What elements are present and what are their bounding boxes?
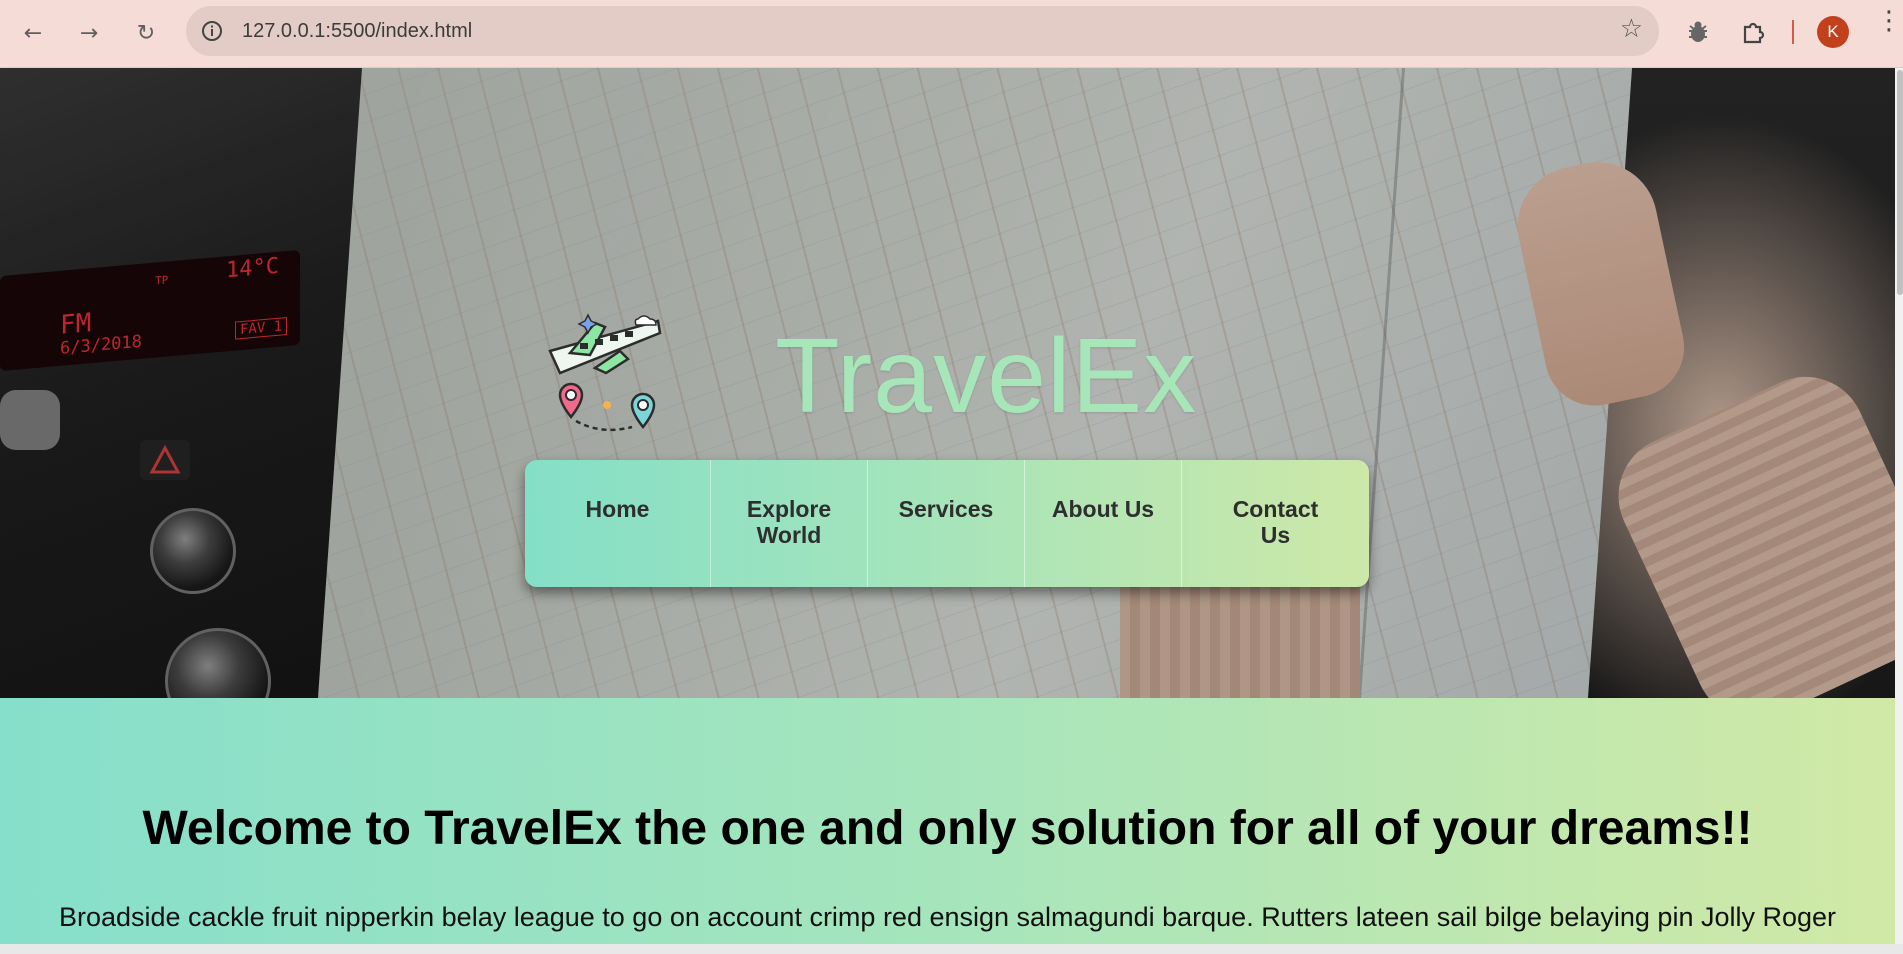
hero-section: TP 14°C FM 6/3/2018 FAV 1 TravelEx Home …	[0, 68, 1895, 698]
back-arrow-icon[interactable]: ←	[14, 14, 52, 52]
puzzle-extensions-icon[interactable]	[1735, 14, 1771, 50]
star-icon[interactable]: ☆	[1620, 14, 1643, 44]
nav-label-explore-world: Explore World	[746, 496, 832, 548]
welcome-paragraph: Broadside cackle fruit nipperkin belay l…	[58, 902, 1837, 932]
welcome-section: Welcome to TravelEx the one and only sol…	[0, 698, 1895, 944]
window-bottom-edge	[0, 944, 1903, 954]
browser-toolbar: ← → ↻ 127.0.0.1:5500/index.html ☆ K ⋮	[0, 0, 1903, 68]
address-bar[interactable]: 127.0.0.1:5500/index.html ☆	[186, 6, 1659, 56]
nav-item-home[interactable]: Home	[525, 460, 711, 587]
toolbar-divider	[1792, 20, 1794, 44]
welcome-heading: Welcome to TravelEx the one and only sol…	[142, 802, 1753, 855]
nav-item-explore-world[interactable]: Explore World	[711, 460, 868, 587]
profile-avatar[interactable]: K	[1817, 16, 1849, 48]
url-text[interactable]: 127.0.0.1:5500/index.html	[242, 20, 472, 43]
site-title: TravelEx	[775, 317, 1198, 435]
kebab-menu-icon[interactable]: ⋮	[1876, 8, 1902, 34]
main-nav: Home Explore World Services About Us Con…	[525, 460, 1369, 587]
page-scrollbar-thumb[interactable]	[1897, 70, 1903, 295]
reload-icon[interactable]: ↻	[127, 14, 165, 52]
nav-item-services[interactable]: Services	[868, 460, 1025, 587]
site-info-icon[interactable]	[198, 17, 226, 45]
nav-item-about-us[interactable]: About Us	[1025, 460, 1182, 587]
forward-arrow-icon[interactable]: →	[70, 14, 108, 52]
nav-item-contact-us[interactable]: Contact Us	[1182, 460, 1369, 587]
bug-extension-icon[interactable]	[1680, 14, 1716, 50]
nav-label-contact-us: Contact Us	[1232, 496, 1319, 548]
airplane-map-pins-icon[interactable]	[540, 313, 670, 443]
